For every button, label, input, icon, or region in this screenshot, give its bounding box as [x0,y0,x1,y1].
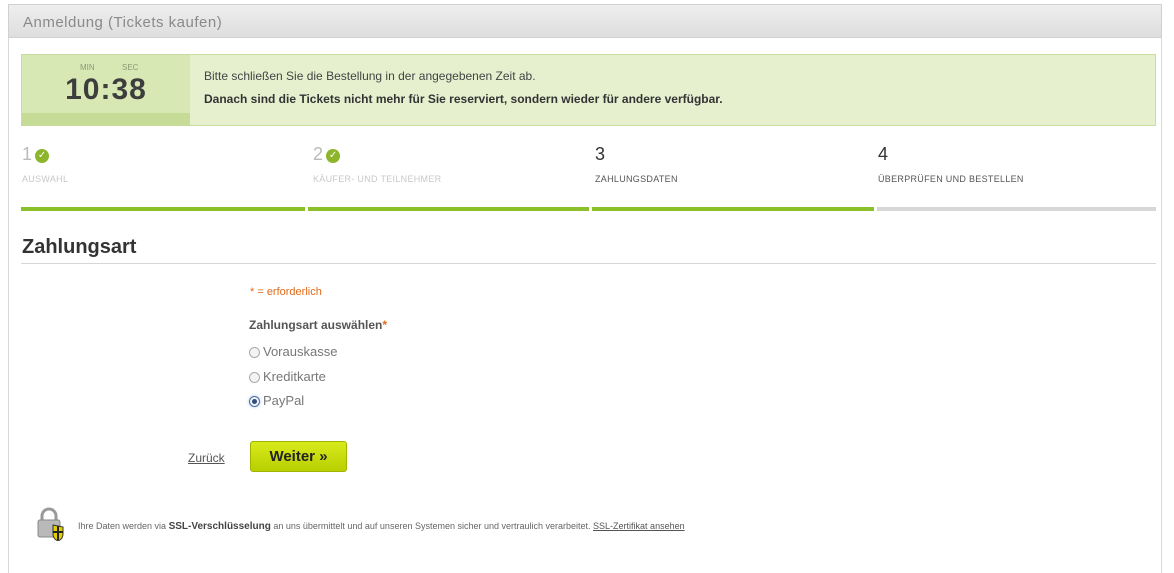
divider [21,263,1156,264]
step-label: ZAHLUNGSDATEN [595,174,678,184]
section-heading: Zahlungsart [22,236,137,258]
required-star: * [382,318,388,332]
ssl-text-after: an uns übermittelt und auf unseren Syste… [273,521,591,531]
step-progress-bar-4 [877,207,1156,211]
timer-warning: Danach sind die Tickets nicht mehr für S… [204,92,723,106]
step-1: 1 ✓ AUSWAHL [22,144,68,184]
step-number: 3 [595,144,606,164]
required-note: * = erforderlich [250,286,322,298]
step-number: 1 [22,144,33,164]
back-link[interactable]: Zurück [188,451,225,465]
clock-shade [22,113,190,125]
ssl-notice: Ihre Daten werden via SSL-Verschlüsselun… [78,521,685,532]
radio-button[interactable] [249,372,260,383]
option-paypal[interactable]: PayPal [249,393,304,408]
step-3: 3 ZAHLUNGSDATEN [595,144,677,184]
check-icon: ✓ [35,149,50,163]
step-4: 4 ÜBERPRÜFEN UND BESTELLEN [878,144,1023,184]
timer-message: Bitte schließen Sie die Bestellung in de… [204,69,536,83]
step-number: 2 [313,144,324,164]
radio-button[interactable] [249,347,260,358]
ssl-text-before: Ihre Daten werden via [78,521,167,531]
ssl-lock-icon [37,507,64,541]
step-progress-bar-2 [308,207,589,211]
option-label: Vorauskasse [263,344,338,359]
next-button[interactable]: Weiter » [250,441,347,472]
ssl-certificate-link[interactable]: SSL-Zertifikat ansehen [593,521,685,531]
seconds-label: SEC [122,63,139,72]
reservation-timer-box: MIN SEC 10:38 Bitte schließen Sie die Be… [21,54,1156,126]
countdown-clock: MIN SEC 10:38 [22,55,190,125]
step-label: AUSWAHL [22,174,69,184]
option-label: Kreditkarte [263,369,326,384]
title-bar: Anmeldung (Tickets kaufen) [8,4,1162,38]
step-2: 2 ✓ KÄUFER- UND TEILNEHMER [313,144,441,184]
step-label: KÄUFER- UND TEILNEHMER [313,174,442,184]
check-icon: ✓ [326,149,341,163]
radio-button-selected[interactable] [249,396,260,407]
option-label: PayPal [263,393,305,408]
step-progress-bar-3 [592,207,874,211]
option-kreditkarte[interactable]: Kreditkarte [249,369,326,384]
step-label: ÜBERPRÜFEN UND BESTELLEN [878,174,1024,184]
step-number: 4 [878,144,889,164]
page-title: Anmeldung (Tickets kaufen) [23,14,223,31]
ssl-text-bold: SSL-Verschlüsselung [168,521,271,532]
minutes-label: MIN [80,63,95,72]
payment-method-label: Zahlungsart auswählen* [249,318,387,332]
option-vorauskasse[interactable]: Vorauskasse [249,344,337,359]
countdown-time: 10:38 [65,73,147,106]
step-progress-bar-1 [21,207,305,211]
field-label-text: Zahlungsart auswählen [249,318,383,332]
